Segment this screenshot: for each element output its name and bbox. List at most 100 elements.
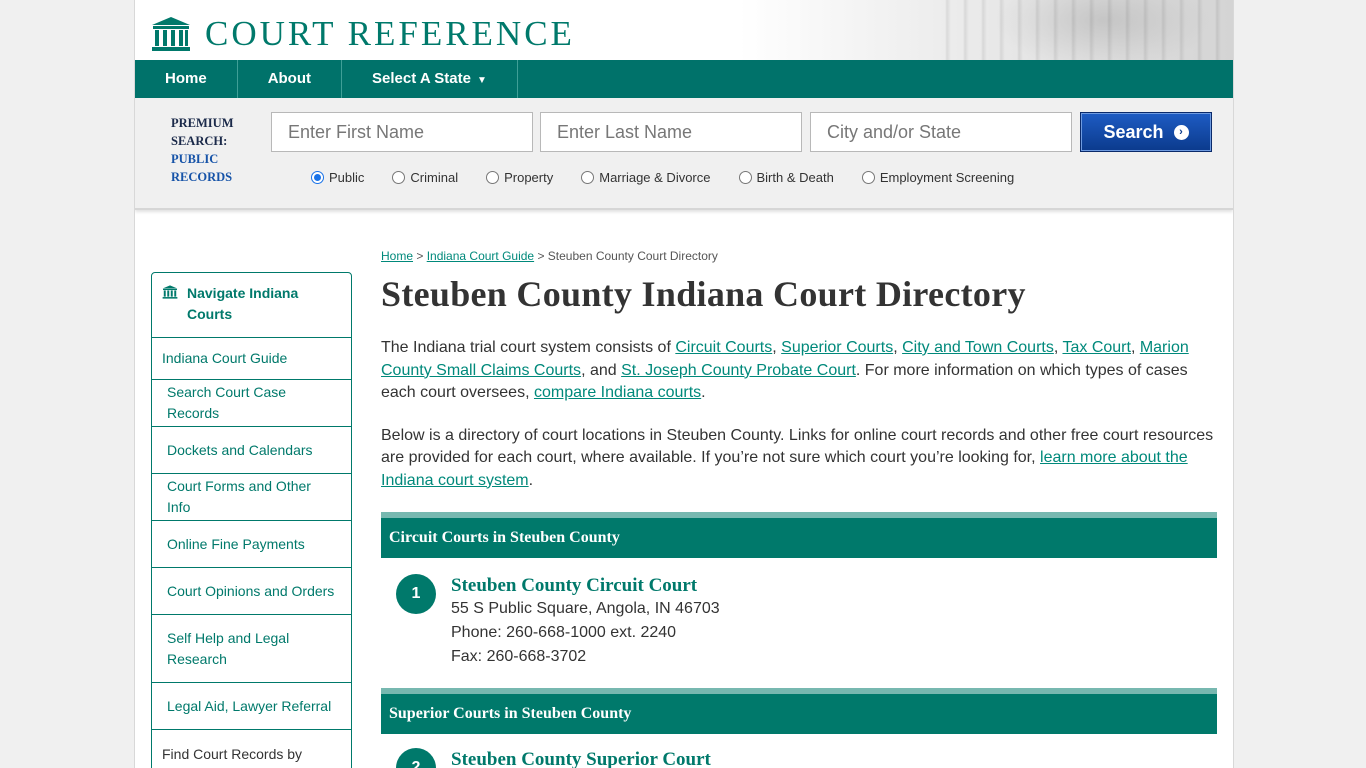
intro-text: , and [581,361,622,379]
breadcrumb: Home > Indiana Court Guide > Steuben Cou… [381,249,1217,263]
directory-text: . [528,471,534,489]
sidebar-item-search-court-case-records[interactable]: Search Court Case Records [152,380,351,427]
court-number-badge: 1 [396,574,436,614]
search-button-label: Search [1103,121,1164,142]
sidebar-item-find-by-county[interactable]: Find Court Records by Indiana County [152,730,351,768]
link-city-town-courts[interactable]: City and Town Courts [902,339,1054,356]
nav-about[interactable]: About [238,60,343,98]
intro-paragraph: The Indiana trial court system consists … [381,337,1217,405]
nav-select-state[interactable]: Select A State ▼ [342,60,518,98]
sidebar-title: Navigate Indiana Courts [187,285,299,322]
premium-line-1: PREMIUM [171,116,234,130]
link-tax-court[interactable]: Tax Court [1062,339,1130,356]
city-state-input[interactable] [810,112,1072,152]
sidebar-item-self-help[interactable]: Self Help and Legal Research [152,615,351,683]
breadcrumb-separator: > [413,249,427,263]
site-logo-text[interactable]: COURT REFERENCE [205,14,575,54]
sidebar-item-dockets-and-calendars[interactable]: Dockets and Calendars [152,427,351,474]
section-heading-superior: Superior Courts in Steuben County [381,688,1217,734]
sidebar-nav: Navigate Indiana Courts Indiana Court Gu… [151,272,352,768]
radio-button[interactable] [392,171,406,184]
court-address: 55 S Public Square, Angola, IN 46703 [451,600,720,617]
search-type-options: Public Criminal Property Marriage & Divo… [311,170,1042,185]
sidebar-item-online-fine-payments[interactable]: Online Fine Payments [152,521,351,568]
nav-select-state-label: Select A State [372,70,471,87]
sidebar-item-label: Legal Aid, Lawyer Referral [167,697,332,714]
radio-button[interactable] [738,171,752,184]
sidebar-item-court-forms[interactable]: Court Forms and Other Info [152,474,351,521]
premium-search-bar: PREMIUM SEARCH: PUBLIC RECORDS Search › P… [135,98,1233,210]
intro-text: , [893,339,903,356]
radio-label: Marriage & Divorce [599,170,711,185]
sidebar-item-label: Indiana Court Guide [162,350,288,366]
radio-label: Criminal [410,170,459,185]
nav-about-label: About [267,70,312,87]
intro-text: , [1130,339,1140,356]
court-name-link[interactable]: Steuben County Superior Court [451,749,1217,768]
premium-line-2: SEARCH: [171,134,228,148]
radio-label: Public [329,170,365,185]
radio-criminal[interactable]: Criminal [392,170,458,185]
breadcrumb-current: Steuben County Court Directory [547,249,718,263]
radio-label: Birth & Death [756,170,834,185]
link-st-joseph-probate[interactable]: St. Joseph County Probate Court [621,362,856,379]
sidebar-item-label: Dockets and Calendars [167,441,313,458]
page: COURT REFERENCE Home About Select A Stat… [134,0,1234,768]
nav-home-label: Home [165,70,207,87]
radio-button[interactable] [861,171,875,184]
radio-button[interactable] [311,171,324,184]
court-number-badge: 2 [396,748,436,768]
chevron-right-icon: › [1173,124,1189,140]
court-name-link[interactable]: Steuben County Circuit Court [451,575,1217,597]
site-header: COURT REFERENCE [135,0,1233,60]
courthouse-icon[interactable] [151,16,191,52]
main-nav: Home About Select A State ▼ [135,60,1233,98]
premium-search-label: PREMIUM SEARCH: PUBLIC RECORDS [171,114,234,186]
court-fax: Fax: 260-668-3702 [451,648,587,665]
sidebar-item-legal-aid[interactable]: Legal Aid, Lawyer Referral [152,683,351,730]
link-circuit-courts[interactable]: Circuit Courts [675,339,772,356]
last-name-input[interactable] [540,112,802,152]
breadcrumb-home[interactable]: Home [381,249,413,263]
intro-text: , [772,339,782,356]
section-heading-circuit: Circuit Courts in Steuben County [381,512,1217,558]
search-button[interactable]: Search › [1080,112,1212,152]
sidebar-item-indiana-court-guide[interactable]: Indiana Court Guide [152,338,351,380]
sidebar-item-label: Court Forms and Other Info [167,478,311,515]
sidebar-item-label: Find Court Records by Indiana County [162,746,303,768]
radio-employment-screening[interactable]: Employment Screening [861,170,1015,185]
header-columns-decoration [933,0,1233,60]
intro-text: . [701,384,706,401]
link-superior-courts[interactable]: Superior Courts [781,339,893,356]
breadcrumb-indiana-court-guide[interactable]: Indiana Court Guide [427,249,534,263]
premium-line-4: RECORDS [171,170,233,184]
first-name-input[interactable] [271,112,533,152]
sidebar-header: Navigate Indiana Courts [152,273,351,338]
caret-down-icon: ▼ [476,75,487,86]
courthouse-icon [162,285,178,299]
sidebar-item-label: Search Court Case Records [167,384,287,421]
radio-label: Employment Screening [879,170,1015,185]
court-phone: Phone: 260-668-1000 ext. 2240 [451,624,677,641]
radio-label: Property [504,170,554,185]
radio-property[interactable]: Property [486,170,553,185]
page-title: Steuben County Indiana Court Directory [381,274,1026,314]
sidebar-item-label: Self Help and Legal Research [167,629,290,667]
court-entry: 1 Steuben County Circuit Court 55 S Publ… [381,558,1217,678]
premium-line-3: PUBLIC [171,152,219,166]
nav-home[interactable]: Home [135,60,238,98]
radio-button[interactable] [486,171,500,184]
intro-text: The Indiana trial court system consists … [381,339,676,356]
main-content: Home > Indiana Court Guide > Steuben Cou… [381,240,1217,768]
radio-marriage-divorce[interactable]: Marriage & Divorce [581,170,711,185]
directory-paragraph: Below is a directory of court locations … [381,425,1217,493]
sidebar-item-label: Online Fine Payments [167,535,305,552]
sidebar-item-label: Court Opinions and Orders [167,582,335,599]
radio-public[interactable]: Public [311,170,364,185]
radio-birth-death[interactable]: Birth & Death [738,170,834,185]
court-entry: 2 Steuben County Superior Court [381,734,1217,768]
link-compare-indiana-courts[interactable]: compare Indiana courts [534,384,701,401]
radio-button[interactable] [581,171,595,184]
breadcrumb-separator: > [534,249,548,263]
sidebar-item-court-opinions[interactable]: Court Opinions and Orders [152,568,351,615]
